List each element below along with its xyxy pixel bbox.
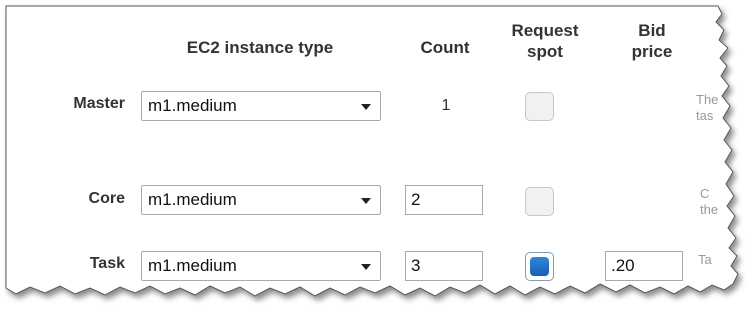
request-spot-checkbox-task[interactable] (525, 252, 554, 281)
instance-type-select-master[interactable]: m1.medium (141, 91, 381, 121)
request-spot-checkbox-core[interactable] (525, 187, 554, 216)
bid-price-input-task[interactable]: .20 (605, 251, 683, 281)
header-bid-price-line1: Bid (638, 21, 666, 40)
help-text-core-line1: C (700, 186, 710, 201)
row-label-master: Master (73, 95, 125, 112)
row-label-task: Task (89, 255, 125, 272)
instance-type-select-task[interactable]: m1.medium (141, 251, 381, 281)
header-count: Count (420, 38, 470, 57)
instance-type-select-core[interactable]: m1.medium (141, 185, 381, 215)
instance-config-panel: EC2 instance type Count Request spot Bid… (0, 0, 747, 314)
header-request-spot-line2: spot (527, 42, 563, 61)
row-label-core: Core (88, 190, 125, 207)
help-text-master: The tas (696, 92, 718, 124)
help-text-core: C the (700, 186, 718, 218)
help-text-task: Ta (698, 252, 712, 268)
request-spot-checkbox-master[interactable] (525, 92, 554, 121)
header-instance-type: EC2 instance type (186, 38, 334, 57)
chevron-down-icon (361, 264, 371, 270)
header-request-spot: Request spot (500, 20, 590, 62)
instance-type-value: m1.medium (148, 96, 237, 115)
count-value-master: 1 (441, 97, 451, 114)
help-text-master-line2: tas (696, 108, 714, 123)
count-input-core[interactable]: 2 (405, 185, 483, 215)
header-request-spot-line1: Request (511, 21, 579, 40)
checkbox-checked-mark (530, 257, 549, 276)
header-bid-price: Bid price (612, 20, 692, 62)
header-bid-price-line2: price (631, 42, 673, 61)
chevron-down-icon (361, 198, 371, 204)
instance-type-value: m1.medium (148, 190, 237, 209)
chevron-down-icon (361, 104, 371, 110)
instance-type-value: m1.medium (148, 256, 237, 275)
help-text-core-line2: the (700, 202, 719, 217)
help-text-master-line1: The (696, 92, 719, 107)
help-text-task-line1: Ta (698, 252, 712, 267)
count-input-task[interactable]: 3 (405, 251, 483, 281)
